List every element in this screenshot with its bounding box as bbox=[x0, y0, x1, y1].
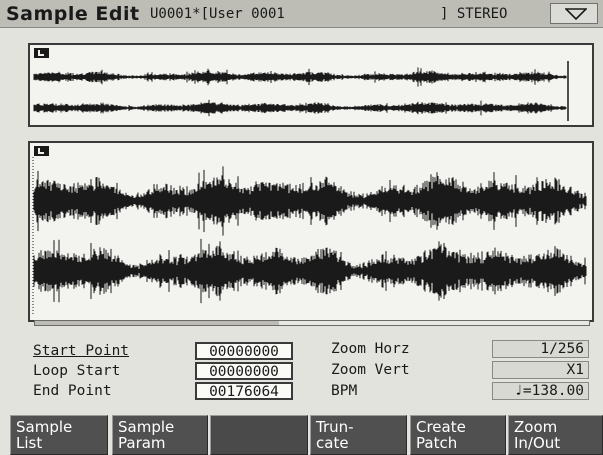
create-patch-button[interactable]: Create Patch bbox=[410, 415, 506, 455]
button-line-1: Zoom bbox=[514, 418, 558, 436]
button-line-2: Param bbox=[118, 434, 166, 452]
button-line-2: cate bbox=[316, 434, 349, 452]
sample-param-button[interactable]: Sample Param bbox=[112, 415, 208, 455]
zoom-in-out-button[interactable]: Zoom In/Out bbox=[508, 415, 603, 455]
truncate-button[interactable]: Trun- cate bbox=[310, 415, 407, 455]
overview-waveform-trace bbox=[33, 61, 569, 121]
zoom-horz-value: 1/256 bbox=[492, 340, 589, 358]
zoom-vert-label: Zoom Vert bbox=[331, 362, 410, 378]
bpm-label: BPM bbox=[331, 383, 358, 399]
horizontal-scrollbar[interactable] bbox=[34, 320, 590, 326]
end-point-value[interactable]: 00176064 bbox=[195, 382, 293, 400]
button-line-1: Create bbox=[416, 418, 466, 436]
button-line-1: Sample bbox=[16, 418, 73, 436]
bpm-value: ♩=138.00 bbox=[492, 382, 589, 400]
zoom-horz-label: Zoom Horz bbox=[331, 341, 410, 357]
triangle-down-icon bbox=[565, 8, 587, 20]
menu-button[interactable] bbox=[550, 3, 598, 24]
detail-waveform[interactable] bbox=[28, 141, 594, 326]
button-line-1: Trun- bbox=[316, 418, 354, 436]
button-line-2: List bbox=[16, 434, 43, 452]
blank-function-button bbox=[210, 415, 308, 455]
screen-title: Sample Edit bbox=[6, 3, 140, 25]
sample-list-button[interactable]: Sample List bbox=[10, 415, 108, 455]
button-line-2: In/Out bbox=[514, 434, 561, 452]
title-bar: Sample Edit U0001*[User 0001 ] STEREO bbox=[0, 0, 603, 28]
loop-start-value[interactable]: 00000000 bbox=[195, 362, 293, 380]
start-point-value[interactable]: 00000000 bbox=[195, 342, 293, 360]
scrollbar-thumb[interactable] bbox=[35, 321, 279, 325]
loop-start-label: Loop Start bbox=[33, 363, 121, 379]
start-point-label: Start Point bbox=[33, 343, 130, 359]
button-line-2: Patch bbox=[416, 434, 458, 452]
sample-name[interactable]: U0001*[User 0001 bbox=[150, 6, 285, 22]
button-line-1: Sample bbox=[118, 418, 175, 436]
zoom-vert-value: X1 bbox=[492, 361, 589, 379]
end-point-label: End Point bbox=[33, 383, 112, 399]
channel-mode: ] STEREO bbox=[440, 6, 508, 22]
detail-waveform-trace bbox=[32, 157, 587, 315]
overview-waveform[interactable] bbox=[28, 43, 594, 127]
